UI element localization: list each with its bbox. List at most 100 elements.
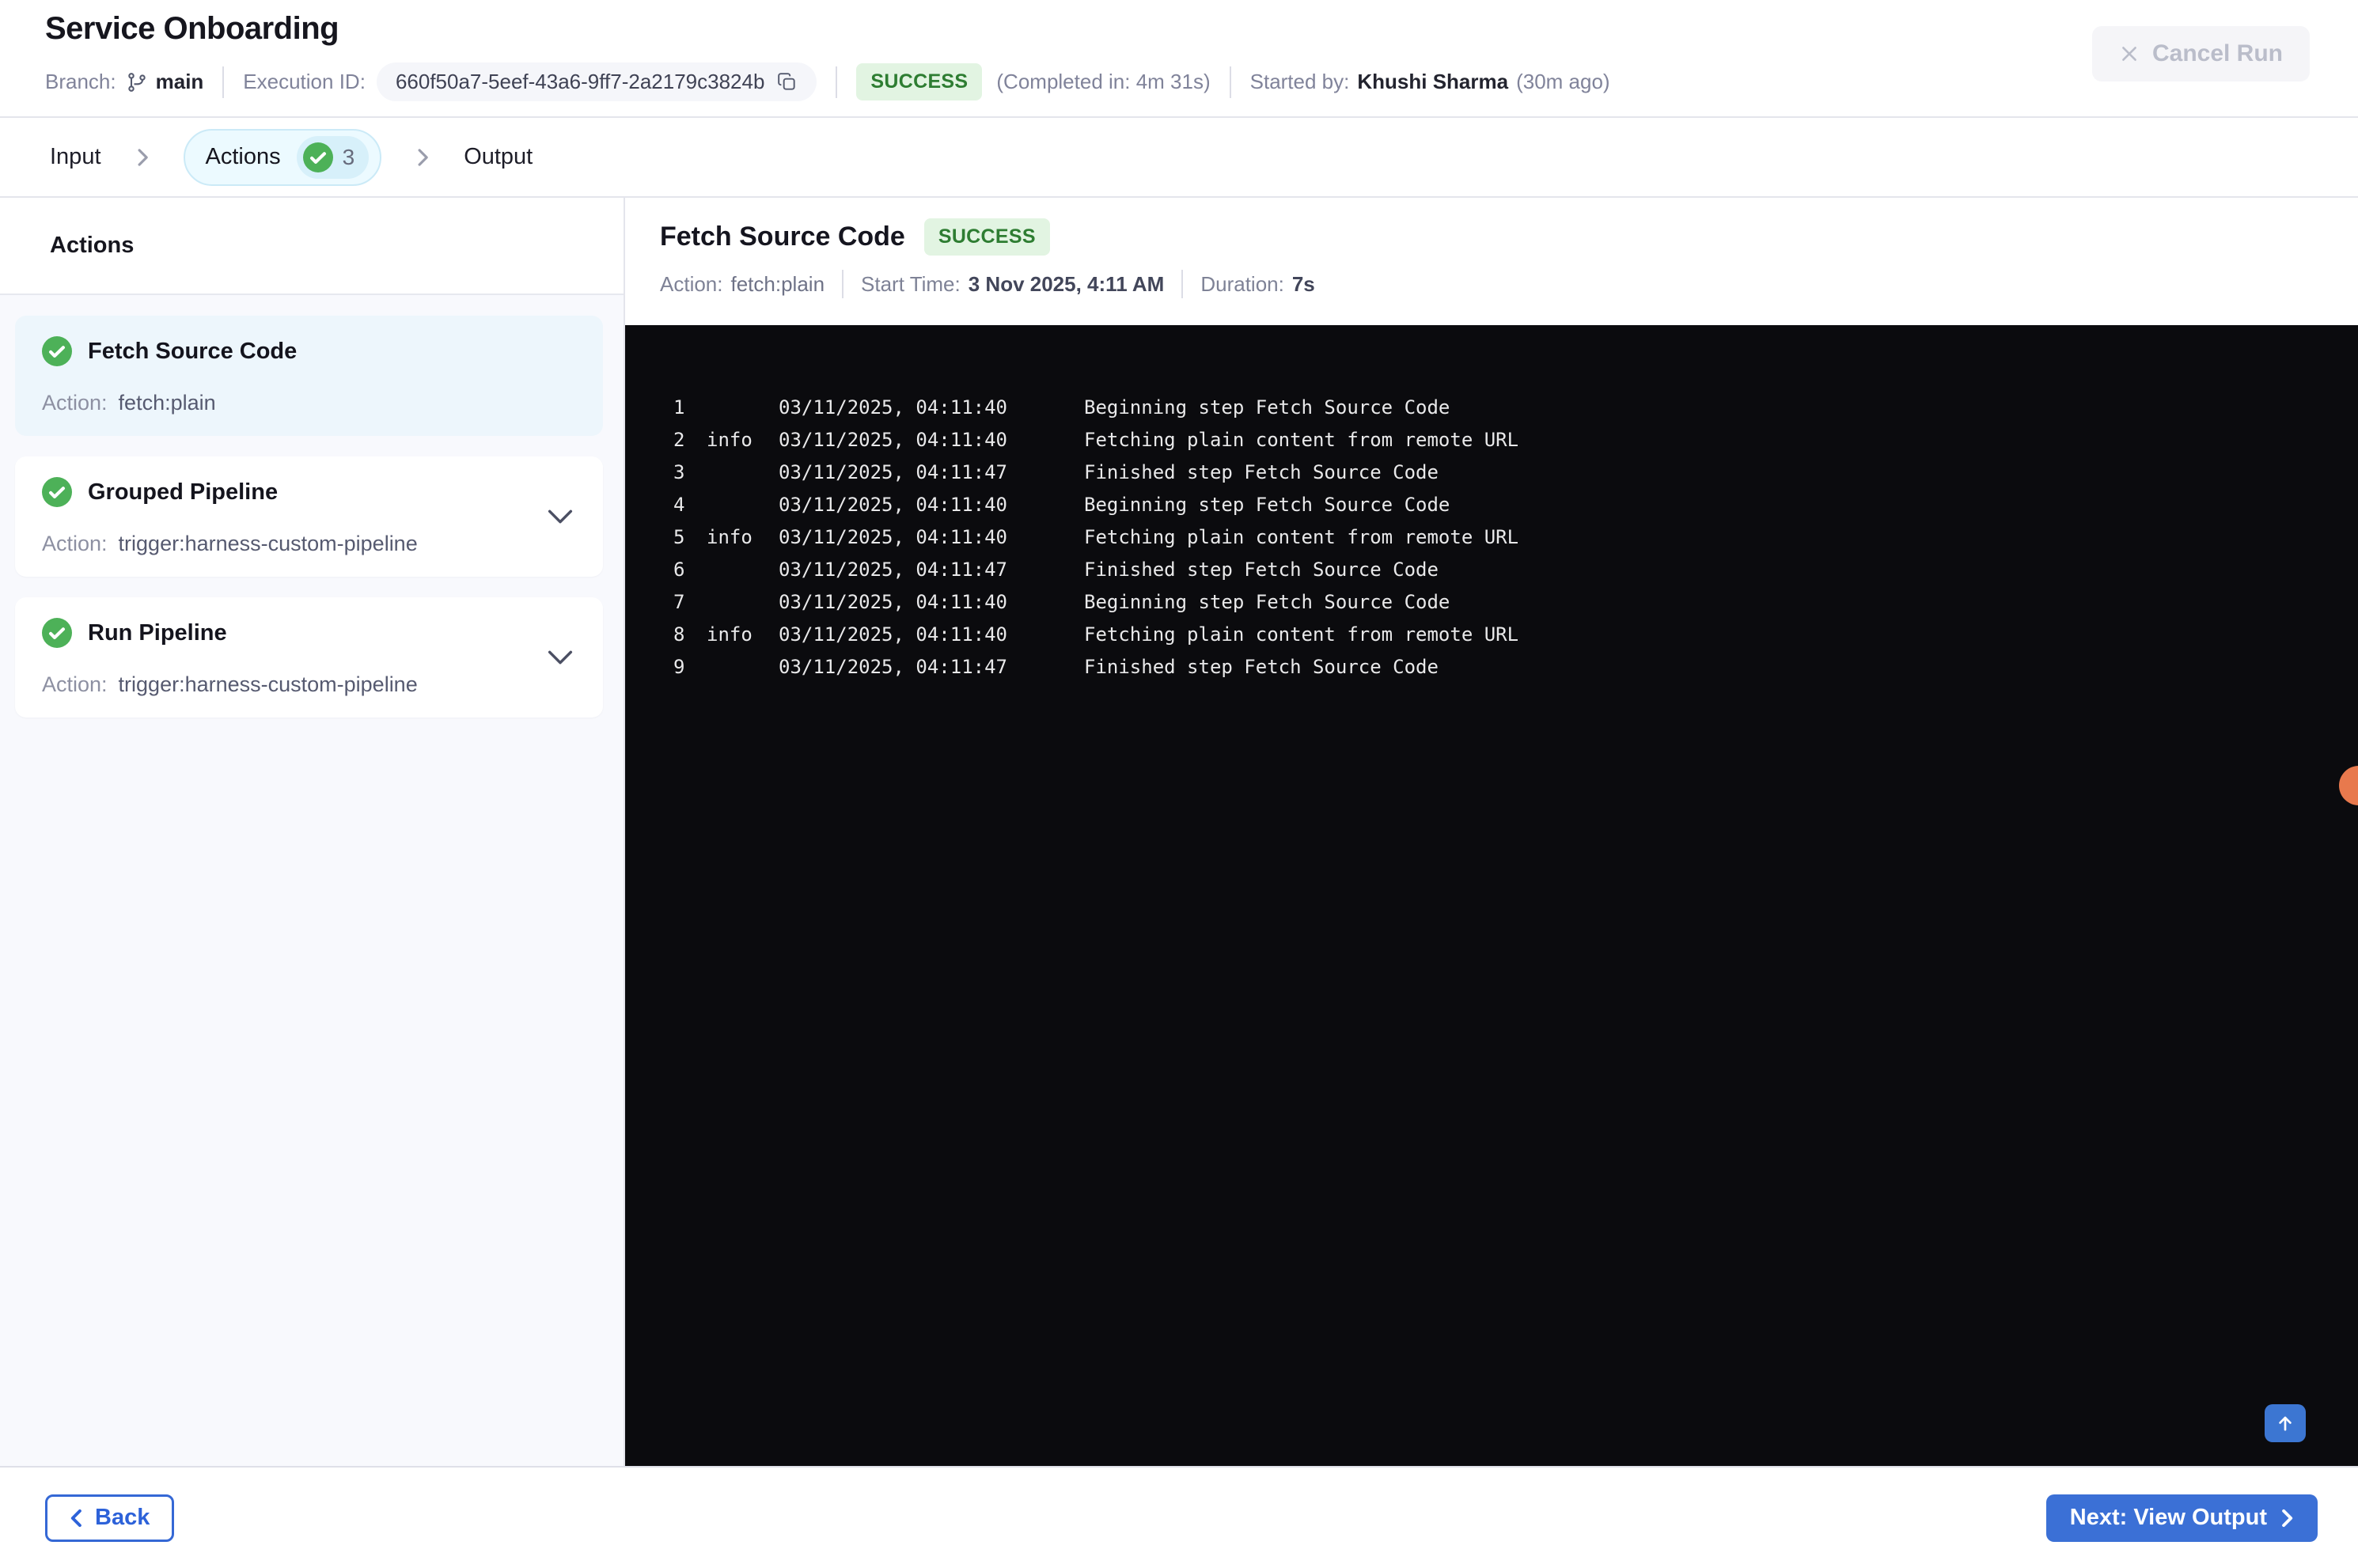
action-card-title: Run Pipeline — [88, 619, 227, 646]
divider — [222, 66, 225, 98]
log-line-message: Finished step Fetch Source Code — [1084, 559, 1439, 581]
log-line-message: Beginning step Fetch Source Code — [1084, 591, 1450, 613]
detail-status-badge: SUCCESS — [923, 218, 1050, 256]
wizard-footer: Back Next: View Output — [0, 1466, 2358, 1568]
log-line-level — [707, 651, 779, 684]
log-line: 5 info 03/11/2025, 04:11:40 Fetching pla… — [673, 521, 2326, 554]
log-line-timestamp: 03/11/2025, 04:11:40 — [779, 396, 1007, 419]
check-circle-icon — [42, 618, 72, 648]
detail-duration-value: 7s — [1291, 271, 1315, 296]
detail-meta-row: Action: fetch:plain Start Time: 3 Nov 20… — [660, 270, 2358, 298]
tab-actions-label: Actions — [205, 144, 281, 169]
log-line-level — [707, 554, 779, 586]
check-circle-icon — [42, 336, 72, 366]
log-line-message: Beginning step Fetch Source Code — [1084, 396, 1450, 419]
action-label: Action: — [42, 672, 108, 696]
detail-title: Fetch Source Code — [660, 222, 905, 252]
execution-id-label: Execution ID: — [243, 70, 366, 93]
action-card-title: Grouped Pipeline — [88, 479, 279, 505]
log-line-level — [707, 489, 779, 521]
log-line: 8 info 03/11/2025, 04:11:40 Fetching pla… — [673, 619, 2326, 651]
action-value: fetch:plain — [118, 390, 216, 415]
log-line-number: 9 — [673, 656, 685, 678]
log-line-number: 4 — [673, 494, 685, 516]
content-area: Actions Fetch Source Code Action: fetch:… — [0, 198, 2358, 1466]
action-value: trigger:harness-custom-pipeline — [118, 531, 418, 555]
divider — [1229, 66, 1231, 98]
action-card-title-row: Fetch Source Code — [42, 336, 576, 366]
chevron-right-icon — [2280, 1508, 2294, 1528]
action-card-meta: Action: fetch:plain — [42, 390, 576, 415]
detail-action-value: fetch:plain — [730, 271, 825, 296]
chevron-right-icon — [135, 147, 150, 168]
log-line-number: 1 — [673, 396, 685, 419]
chevron-down-icon[interactable] — [548, 509, 573, 525]
branch-value: main — [155, 70, 204, 93]
action-card-title-row: Run Pipeline — [42, 618, 576, 648]
detail-start-value: 3 Nov 2025, 4:11 AM — [968, 271, 1165, 296]
log-line-timestamp: 03/11/2025, 04:11:47 — [779, 461, 1007, 483]
action-label: Action: — [42, 531, 108, 555]
chevron-right-icon — [415, 147, 430, 168]
log-console[interactable]: 1 03/11/2025, 04:11:40 Beginning step Fe… — [625, 325, 2358, 1466]
log-line-timestamp: 03/11/2025, 04:11:40 — [779, 494, 1007, 516]
action-card[interactable]: Grouped Pipeline Action: trigger:harness… — [15, 456, 603, 577]
log-line-timestamp: 03/11/2025, 04:11:40 — [779, 526, 1007, 548]
action-card[interactable]: Run Pipeline Action: trigger:harness-cus… — [15, 597, 603, 718]
log-line-level — [707, 456, 779, 489]
execution-id-pill: 660f50a7-5eef-43a6-9ff7-2a2179c3824b — [376, 62, 817, 101]
divider — [1181, 270, 1184, 298]
action-label: Action: — [42, 390, 108, 415]
detail-duration-label: Duration: — [1200, 271, 1284, 296]
log-line-timestamp: 03/11/2025, 04:11:47 — [779, 656, 1007, 678]
log-line: 9 03/11/2025, 04:11:47 Finished step Fet… — [673, 651, 2326, 684]
detail-start-label: Start Time: — [861, 271, 961, 296]
status-badge: SUCCESS — [856, 63, 983, 100]
tab-actions-count: 3 — [342, 144, 355, 169]
completed-in-text: (Completed in: 4m 31s) — [996, 70, 1211, 93]
log-line-message: Finished step Fetch Source Code — [1084, 461, 1439, 483]
next-button-label: Next: View Output — [2069, 1505, 2267, 1530]
arrow-up-icon — [2274, 1412, 2296, 1434]
tab-output[interactable]: Output — [464, 144, 533, 170]
scroll-to-top-button[interactable] — [2265, 1404, 2306, 1442]
started-ago-text: (30m ago) — [1516, 70, 1610, 93]
log-line-timestamp: 03/11/2025, 04:11:40 — [779, 591, 1007, 613]
log-line-level: info — [707, 526, 753, 548]
back-button[interactable]: Back — [45, 1494, 175, 1542]
log-line-level — [707, 392, 779, 424]
log-line: 4 03/11/2025, 04:11:40 Beginning step Fe… — [673, 489, 2326, 521]
chevron-down-icon[interactable] — [548, 650, 573, 665]
next-view-output-button[interactable]: Next: View Output — [2045, 1494, 2318, 1542]
action-card-title-row: Grouped Pipeline — [42, 477, 576, 507]
log-line-number: 6 — [673, 559, 685, 581]
action-card[interactable]: Fetch Source Code Action: fetch:plain — [15, 316, 603, 436]
divider — [842, 270, 844, 298]
detail-header: Fetch Source Code SUCCESS Action: fetch:… — [625, 198, 2358, 325]
branch-label: Branch: — [45, 70, 116, 93]
log-line-number: 2 — [673, 429, 685, 451]
execution-meta-row: Branch: main Execution ID: 660f50a7-5eef… — [45, 62, 2358, 101]
divider — [836, 66, 838, 98]
action-detail-panel: Fetch Source Code SUCCESS Action: fetch:… — [625, 198, 2358, 1466]
log-line-message: Fetching plain content from remote URL — [1084, 429, 1519, 451]
tab-input[interactable]: Input — [50, 144, 101, 170]
execution-id-value: 660f50a7-5eef-43a6-9ff7-2a2179c3824b — [395, 70, 765, 93]
log-line-timestamp: 03/11/2025, 04:11:40 — [779, 429, 1007, 451]
cancel-run-button[interactable]: Cancel Run — [2091, 26, 2310, 81]
started-by-name: Khushi Sharma — [1357, 70, 1509, 93]
page-header: Service Onboarding Branch: main Executio… — [0, 0, 2358, 116]
copy-icon[interactable] — [777, 72, 798, 93]
sidebar-heading: Actions — [0, 198, 624, 295]
detail-action-label: Action: — [660, 271, 723, 296]
log-line-timestamp: 03/11/2025, 04:11:47 — [779, 559, 1007, 581]
log-line-level: info — [707, 429, 753, 451]
actions-list: Fetch Source Code Action: fetch:plain Gr… — [0, 295, 624, 1466]
close-icon — [2119, 44, 2140, 64]
tab-actions[interactable]: Actions 3 — [183, 128, 382, 186]
action-value: trigger:harness-custom-pipeline — [118, 672, 418, 696]
log-line-message: Finished step Fetch Source Code — [1084, 656, 1439, 678]
action-card-meta: Action: trigger:harness-custom-pipeline — [42, 531, 576, 556]
log-line: 1 03/11/2025, 04:11:40 Beginning step Fe… — [673, 392, 2326, 424]
log-line-level: info — [707, 623, 753, 646]
